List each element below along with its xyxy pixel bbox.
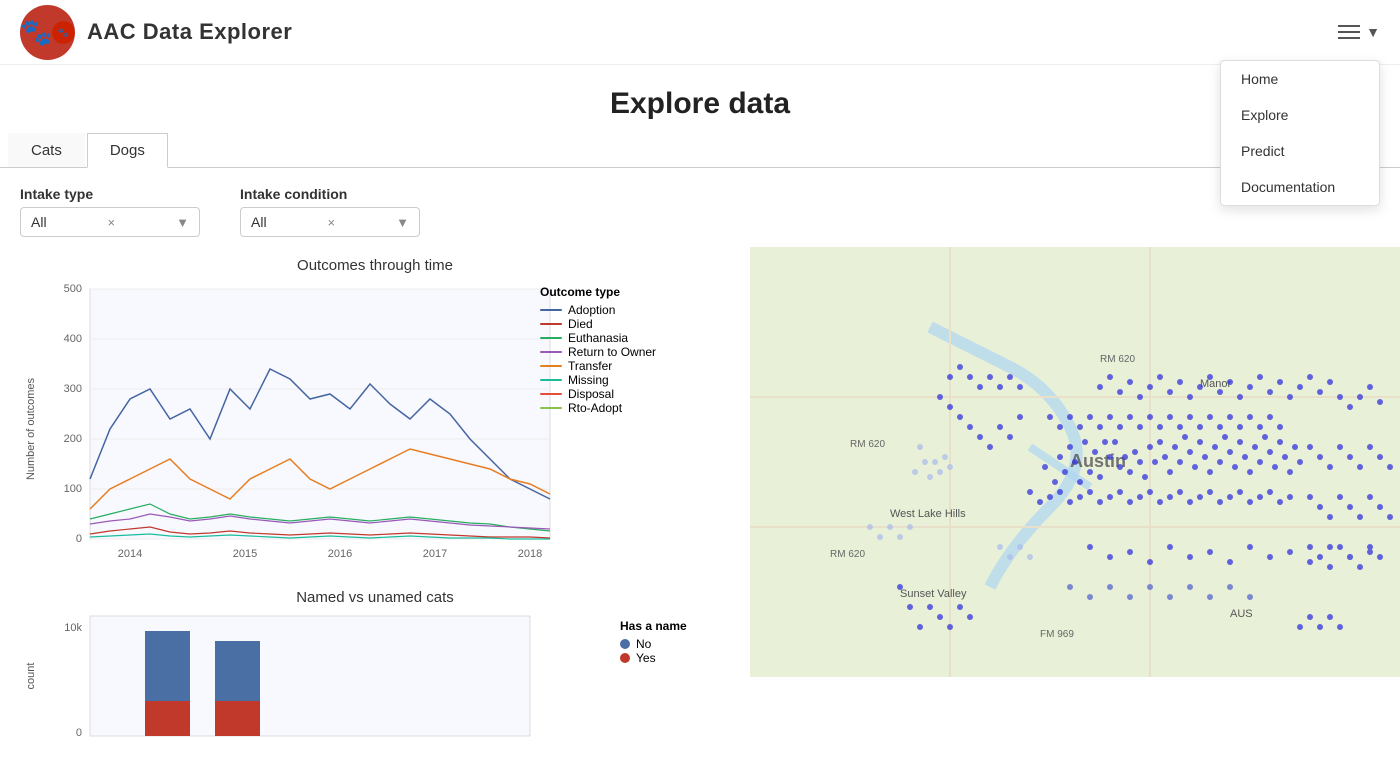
- svg-text:RM 620: RM 620: [1100, 354, 1135, 365]
- svg-text:RM 620: RM 620: [830, 549, 865, 560]
- chevron-down-icon: ▼: [1366, 24, 1380, 40]
- tab-dogs[interactable]: Dogs: [87, 133, 168, 168]
- svg-text:count: count: [25, 663, 37, 690]
- nav-hamburger[interactable]: ▼: [1338, 24, 1380, 40]
- outcomes-legend: Outcome type Adoption Died Euthanasia Re…: [540, 285, 656, 415]
- main-content: Outcomes through time 0 100 200 300 400 …: [0, 247, 1400, 781]
- named-chart-container: Named vs unamed cats 0 10k count Has a n…: [20, 589, 730, 761]
- svg-text:🐾: 🐾: [58, 27, 69, 37]
- svg-text:2018: 2018: [518, 548, 542, 559]
- nav-dropdown-menu: Home Explore Predict Documentation: [1220, 60, 1380, 206]
- outcomes-legend-title: Outcome type: [540, 285, 656, 299]
- svg-text:Number of outcomes: Number of outcomes: [25, 377, 37, 480]
- svg-text:0: 0: [76, 727, 82, 739]
- svg-text:2016: 2016: [328, 548, 352, 559]
- map-svg: Austin West Lake Hills Manor RM 620 RM 6…: [750, 247, 1400, 677]
- tabs-bar: Cats Dogs: [0, 133, 1400, 168]
- svg-text:500: 500: [64, 283, 82, 295]
- svg-text:RM 620: RM 620: [850, 439, 885, 450]
- intake-type-select[interactable]: All × ▼: [20, 207, 200, 237]
- logo-image: 🐾: [20, 5, 75, 60]
- svg-text:AUS: AUS: [1230, 608, 1253, 620]
- svg-text:300: 300: [64, 383, 82, 395]
- intake-type-clear[interactable]: ×: [108, 215, 116, 230]
- filter-group-intake-condition: Intake condition All × ▼: [240, 186, 420, 237]
- left-panel: Outcomes through time 0 100 200 300 400 …: [0, 247, 750, 781]
- menu-item-predict[interactable]: Predict: [1221, 133, 1379, 169]
- menu-item-explore[interactable]: Explore: [1221, 97, 1379, 133]
- intake-condition-clear[interactable]: ×: [328, 215, 336, 230]
- svg-text:10k: 10k: [64, 622, 82, 634]
- intake-condition-arrow: ▼: [396, 215, 409, 230]
- svg-text:2014: 2014: [118, 548, 142, 559]
- svg-text:2017: 2017: [423, 548, 447, 559]
- app-title: AAC Data Explorer: [87, 19, 292, 45]
- svg-text:100: 100: [64, 483, 82, 495]
- filter-bar: Intake type All × ▼ Intake condition All…: [0, 168, 1400, 247]
- filter-group-intake-type: Intake type All × ▼: [20, 186, 200, 237]
- header: 🐾 AAC Data Explorer ▼: [0, 0, 1400, 65]
- hamburger-icon[interactable]: [1338, 25, 1360, 39]
- named-legend: Has a name No Yes: [620, 619, 687, 665]
- svg-text:200: 200: [64, 433, 82, 445]
- intake-type-value: All: [31, 214, 47, 230]
- svg-text:2015: 2015: [233, 548, 257, 559]
- named-chart-title: Named vs unamed cats: [20, 589, 730, 606]
- svg-text:0: 0: [76, 533, 82, 545]
- right-panel: Austin West Lake Hills Manor RM 620 RM 6…: [750, 247, 1400, 781]
- menu-item-documentation[interactable]: Documentation: [1221, 169, 1379, 205]
- map-area: Austin West Lake Hills Manor RM 620 RM 6…: [750, 247, 1400, 781]
- svg-text:Sunset Valley: Sunset Valley: [900, 588, 967, 600]
- intake-condition-select[interactable]: All × ▼: [240, 207, 420, 237]
- intake-type-label: Intake type: [20, 186, 200, 202]
- menu-item-home[interactable]: Home: [1221, 61, 1379, 97]
- svg-text:FM 969: FM 969: [1040, 629, 1074, 640]
- tab-cats[interactable]: Cats: [8, 133, 85, 167]
- named-chart-svg: 0 10k count: [20, 611, 600, 761]
- intake-condition-value: All: [251, 214, 267, 230]
- outcomes-chart-container: Outcomes through time 0 100 200 300 400 …: [20, 257, 730, 559]
- intake-type-arrow: ▼: [176, 215, 189, 230]
- svg-text:West Lake Hills: West Lake Hills: [890, 508, 966, 520]
- named-legend-title: Has a name: [620, 619, 687, 633]
- intake-condition-label: Intake condition: [240, 186, 420, 202]
- svg-text:Manor: Manor: [1200, 378, 1232, 390]
- svg-text:400: 400: [64, 333, 82, 345]
- outcomes-chart-title: Outcomes through time: [20, 257, 730, 274]
- page-title: Explore data: [0, 65, 1400, 133]
- logo-area: 🐾 AAC Data Explorer: [20, 5, 292, 60]
